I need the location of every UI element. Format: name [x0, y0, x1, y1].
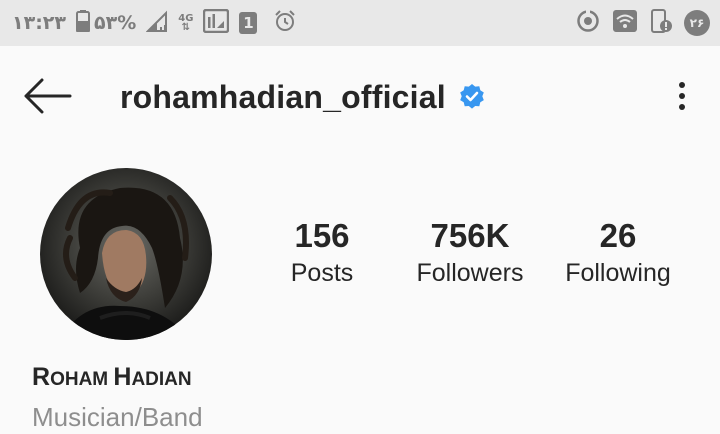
battery-icon	[76, 9, 90, 37]
stat-following[interactable]: 26 Following	[555, 216, 681, 290]
status-bar: ۱۳:۲۳ ۵۳% 4G ⇅ 1 ۲۶	[0, 0, 720, 46]
more-options-dot	[679, 93, 685, 99]
data-saver-icon	[576, 8, 600, 38]
more-options-icon	[679, 82, 685, 88]
more-options-dot	[679, 104, 685, 110]
sim-icon: 1	[239, 12, 258, 34]
status-bar-left: ۱۳:۲۳ ۵۳% 4G ⇅ 1	[12, 8, 297, 38]
status-bar-right: ۲۶	[576, 8, 710, 38]
profile-avatar[interactable]	[40, 168, 212, 340]
name-rest: OHAM	[50, 369, 114, 390]
stat-followers[interactable]: 756K Followers	[405, 216, 535, 290]
alarm-icon	[273, 9, 297, 38]
status-time: ۱۳:۲۳	[12, 12, 66, 34]
network-4g-icon: 4G ⇅	[178, 14, 193, 33]
profile-category: Musician/Band	[32, 402, 203, 432]
username: rohamhadian_official	[120, 78, 446, 115]
wifi-icon	[612, 9, 638, 38]
stat-followers-count: 756K	[430, 217, 510, 254]
back-button[interactable]	[22, 76, 72, 116]
phone-alert-icon	[650, 8, 672, 38]
data-arrows-icon: ⇅	[181, 22, 191, 33]
notification-count-badge: ۲۶	[684, 10, 710, 36]
stat-following-count: 26	[599, 217, 637, 254]
data-usage-icon	[203, 8, 230, 38]
more-options-button[interactable]	[670, 76, 694, 116]
avatar-image	[40, 168, 212, 340]
profile-header-title: rohamhadian_official	[120, 76, 486, 118]
stat-posts[interactable]: 156 Posts	[262, 216, 382, 290]
back-arrow-icon	[24, 78, 72, 114]
stat-posts-count: 156	[294, 217, 350, 254]
stat-following-label: Following	[565, 259, 671, 287]
stat-posts-label: Posts	[290, 259, 354, 287]
battery-percent: ۵۳%	[94, 12, 137, 34]
stat-followers-label: Followers	[416, 259, 524, 287]
name-rest: ADIAN	[131, 369, 192, 390]
name-initial: H	[113, 363, 132, 391]
profile-full-name: ROHAM HADIAN	[32, 362, 192, 392]
name-initial: R	[32, 363, 51, 391]
verified-badge-icon	[460, 84, 484, 109]
signal-icon	[145, 10, 168, 37]
